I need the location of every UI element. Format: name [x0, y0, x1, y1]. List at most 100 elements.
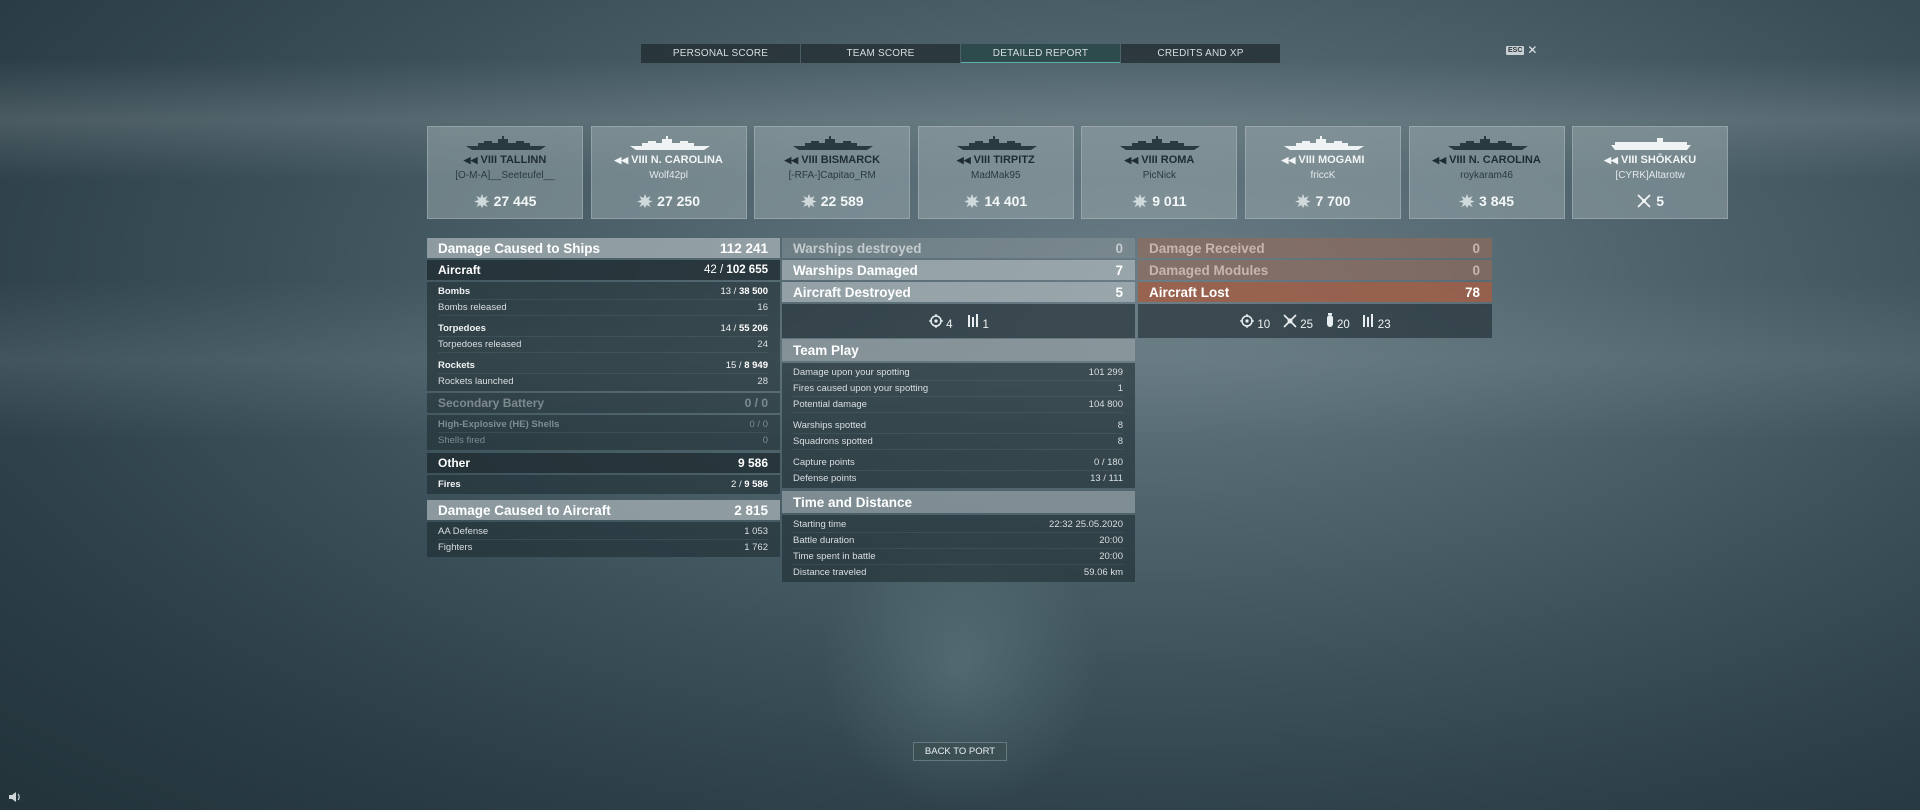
ship-name: ◀◀ VIII TALLINN	[428, 154, 582, 166]
ship-tier-name: VIII N. CAROLINA	[1449, 154, 1541, 166]
ship-name: ◀◀ VIII N. CAROLINA	[1410, 154, 1564, 166]
ship-score-value: 27 445	[493, 193, 537, 209]
back-to-port-button[interactable]: BACK TO PORT	[913, 742, 1007, 761]
warships-destroyed-label: Warships destroyed	[793, 240, 922, 256]
he-shells-row: High-Explosive (HE) Shells 0 / 0	[438, 417, 768, 433]
bombs-row: Bombs 13 / 38 500	[438, 284, 768, 300]
tab-personal-score[interactable]: PERSONAL SCORE	[641, 44, 800, 63]
ship-card[interactable]: ◀◀ VIII SHŌKAKU [CYRK]Altarotw 5	[1572, 126, 1729, 219]
esc-key-icon: ESC	[1506, 45, 1525, 55]
ship-score: 9 011	[1082, 193, 1236, 209]
ship-tier-name: VIII TIRPITZ	[973, 154, 1035, 166]
lost-bomber-stat: 20	[1325, 313, 1350, 331]
ship-silhouette-icon	[793, 136, 874, 150]
ship-card[interactable]: ◀◀ VIII ROMA PicNick 9 011	[1081, 126, 1238, 219]
warships-damaged-label: Warships Damaged	[793, 262, 918, 278]
secondary-battery-label: Secondary Battery	[438, 396, 545, 410]
ship-class-icon: ◀◀	[1432, 155, 1447, 165]
damage-aircraft-header: Damage Caused to Aircraft 2 815	[427, 500, 780, 520]
ship-score-value: 9 011	[1152, 193, 1187, 209]
aircraft-lost-icons: 10 25 20 23	[1138, 304, 1492, 338]
ship-tier-name: VIII ROMA	[1141, 154, 1195, 166]
sound-icon[interactable]	[8, 791, 22, 803]
ship-name: ◀◀ VIII TIRPITZ	[919, 154, 1073, 166]
player-name: [CYRK]Altarotw	[1615, 170, 1685, 181]
aa-defense-row: AA Defense 1 053	[438, 524, 768, 540]
ship-class-icon: ◀◀	[614, 155, 629, 165]
ship-tier-name: VIII SHŌKAKU	[1620, 154, 1697, 166]
stat-row: Damage upon your spotting 101 299	[793, 365, 1123, 381]
ship-card[interactable]: ◀◀ VIII N. CAROLINA roykaram46 3 845	[1408, 126, 1565, 219]
ship-silhouette-icon	[1120, 136, 1201, 150]
damage-ships-title: Damage Caused to Ships	[438, 240, 601, 256]
rockets-row: Rockets 15 / 8 949	[438, 358, 768, 374]
aircraft-value: 42 / 102 655	[704, 264, 768, 276]
team-play-header: Team Play	[782, 339, 1135, 361]
other-breakdown: Fires 2 / 9 586	[427, 475, 780, 494]
ship-class-icon: ◀◀	[1604, 155, 1618, 165]
ship-tier-name: VIII TALLINN	[480, 154, 547, 166]
tab-detailed-report[interactable]: DETAILED REPORT	[961, 44, 1120, 63]
ship-silhouette-icon	[956, 136, 1037, 150]
ship-card[interactable]: ◀◀ VIII N. CAROLINA Wolf42pl 27 250	[590, 126, 747, 219]
ship-silhouette-icon	[629, 136, 710, 150]
lost-target-stat: 10	[1239, 313, 1270, 331]
ship-score-value: 22 589	[820, 193, 864, 209]
other-header: Other 9 586	[427, 453, 780, 473]
aircraft-destroyed-value: 5	[1115, 284, 1123, 300]
middle-column: Warships destroyed 0 Warships Damaged 7 …	[782, 238, 1135, 584]
tab-credits-and-xp[interactable]: CREDITS AND XP	[1121, 44, 1280, 63]
shells-fired-row: Shells fired 0	[438, 435, 768, 446]
ship-name: ◀◀ VIII BISMARCK	[755, 154, 909, 166]
damage-aircraft-breakdown: AA Defense 1 053 Fighters 1 762	[427, 522, 780, 557]
ship-class-icon: ◀◀	[1281, 155, 1296, 165]
warships-damaged-value: 7	[1115, 262, 1123, 278]
ship-card[interactable]: ◀◀ VIII MOGAMI friccK 7 700	[1244, 126, 1401, 219]
planes-icon	[967, 314, 978, 327]
stat-row: Time spent in battle 20:00	[793, 549, 1123, 565]
tab-team-score[interactable]: TEAM SCORE	[801, 44, 960, 63]
aircraft-breakdown: Bombs 13 / 38 500 Bombs released 16 Torped…	[427, 282, 780, 391]
ship-class-icon: ◀◀	[1124, 155, 1139, 165]
player-name: Wolf42pl	[649, 170, 688, 181]
aircraft-lost-header: Aircraft Lost 78	[1138, 282, 1492, 302]
damage-icon	[473, 194, 490, 208]
tab-bar: PERSONAL SCORE TEAM SCORE DETAILED REPOR…	[641, 44, 1281, 63]
aircraft-label: Aircraft	[438, 263, 481, 277]
player-name: PicNick	[1142, 170, 1177, 181]
stat-row: Starting time 22:32 25.05.2020	[793, 517, 1123, 533]
ship-score: 5	[1573, 193, 1727, 209]
warships-damaged-header: Warships Damaged 7	[782, 260, 1135, 280]
fires-row: Fires 2 / 9 586	[438, 479, 768, 490]
stat-row: Capture points 0 / 180	[793, 455, 1123, 471]
planes-stat: 1	[967, 313, 989, 331]
damage-column: Damage Caused to Ships 112 241 Aircraft …	[427, 238, 780, 559]
secondary-battery-value: 0 / 0	[744, 396, 768, 410]
damage-aircraft-total: 2 815	[734, 502, 768, 518]
planes-destroyed-icon	[1637, 194, 1651, 208]
damage-icon	[1459, 194, 1475, 208]
target-icon	[929, 314, 944, 328]
damage-received-label: Damage Received	[1149, 240, 1265, 256]
damaged-modules-label: Damaged Modules	[1149, 262, 1269, 278]
ship-class-icon: ◀◀	[463, 155, 478, 165]
player-name: MadMak95	[971, 170, 1021, 181]
aircraft-lost-value: 78	[1464, 284, 1480, 300]
damaged-modules-value: 0	[1472, 262, 1480, 278]
ship-card[interactable]: ◀◀ VIII BISMARCK [-RFA-]Capitao_RM 22 589	[754, 126, 911, 219]
bombs-released-row: Bombs released 16	[438, 300, 768, 316]
bomb-icon	[1327, 313, 1333, 327]
stat-row: Squadrons spotted 8	[793, 434, 1123, 450]
torpedoes-row: Torpedoes 14 / 55 206	[438, 321, 768, 337]
aircraft-destroyed-label: Aircraft Destroyed	[793, 284, 911, 300]
ship-card[interactable]: ◀◀ VIII TIRPITZ MadMak95 14 401	[917, 126, 1074, 219]
ship-card[interactable]: ◀◀ VIII TALLINN [O-M-A]__Seeteufel__ 27 4…	[427, 126, 583, 219]
player-name: friccK	[1310, 170, 1336, 181]
close-button[interactable]: ESC ✕	[1506, 44, 1537, 56]
ship-name: ◀◀ VIII SHŌKAKU	[1573, 154, 1727, 166]
damage-received-value: 0	[1472, 240, 1480, 256]
stat-row: Defense points 13 / 111	[793, 473, 1123, 484]
time-distance-block: Starting time 22:32 25.05.2020 Battle dura…	[782, 515, 1135, 582]
rockets-launched-row: Rockets launched 28	[438, 376, 768, 387]
damage-received-header: Damage Received 0	[1138, 238, 1492, 258]
